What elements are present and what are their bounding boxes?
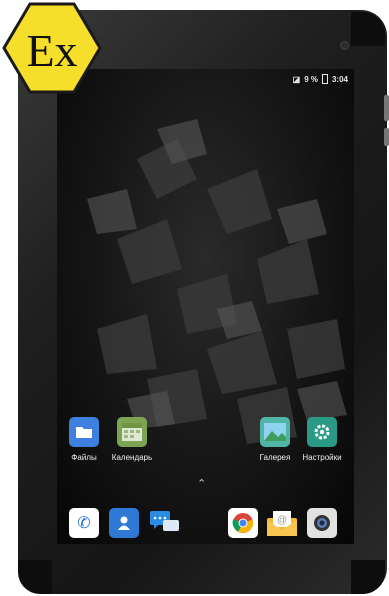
phone-app-icon[interactable]: ✆ [69,508,99,538]
camera-app-icon[interactable] [307,508,337,538]
settings-app-icon[interactable] [307,417,337,447]
camera-icon [314,515,330,531]
bumper-corner [351,12,385,46]
volume-button [384,95,389,121]
phone-icon: ✆ [77,515,91,532]
svg-text:@: @ [277,515,287,526]
files-app-icon[interactable] [69,417,99,447]
messages-icon [150,511,179,531]
calendar-icon [122,423,142,441]
email-app-icon[interactable]: @ [267,508,297,538]
front-camera [341,42,348,49]
chrome-app-icon[interactable] [228,508,258,538]
gallery-icon [264,423,286,441]
messages-app-icon[interactable] [149,508,179,538]
calendar-app-icon[interactable] [117,417,147,447]
email-icon: @ [267,511,297,536]
app-label-calendar: Календарь [111,453,153,462]
app-label-settings: Настройки [302,453,342,462]
contacts-app-icon[interactable] [109,508,139,538]
no-sim-icon: ◪ [292,74,301,84]
ex-text: Ex [26,25,77,76]
folder-icon [76,427,92,438]
battery-percent: 9 % [304,74,318,84]
ex-certification-badge: Ex [2,2,102,94]
gear-icon [314,424,330,440]
battery-icon [321,74,328,84]
chrome-icon [232,513,254,533]
contacts-icon [118,516,130,530]
clock: 3:04 [331,74,348,84]
gallery-app-icon[interactable] [260,417,290,447]
bumper-corner [351,560,385,594]
chevron-up-icon[interactable]: ⌃ [197,477,206,490]
wallpaper [87,119,347,444]
bumper-corner [18,560,52,594]
screen: ◪ 9 % 3:04 Файлы Календарь Галерея Настр… [57,69,354,544]
status-bar: ◪ 9 % 3:04 [293,72,348,86]
power-button [384,128,389,146]
